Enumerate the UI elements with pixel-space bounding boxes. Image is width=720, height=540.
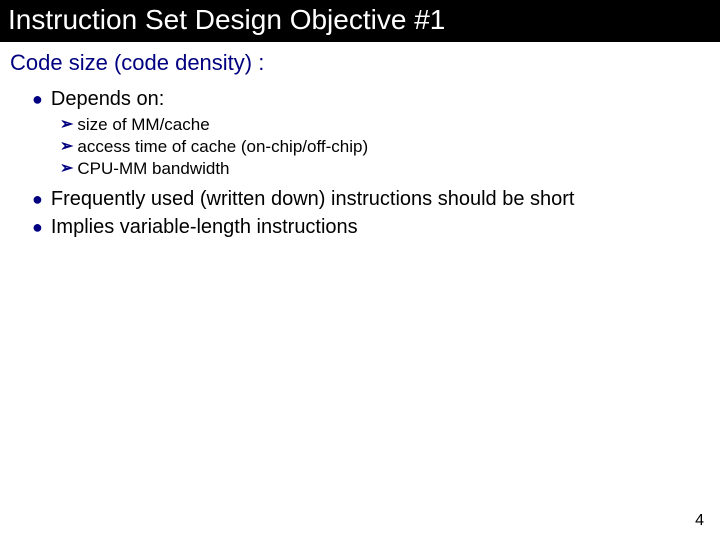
sub-bullet-text: CPU-MM bandwidth <box>77 158 229 180</box>
slide-title: Instruction Set Design Objective #1 <box>0 0 720 42</box>
sub-bullet-list: ➢ size of MM/cache ➢ access time of cach… <box>60 114 720 180</box>
bullet-marker: ● <box>32 186 43 212</box>
bullet-text: Frequently used (written down) instructi… <box>51 186 575 212</box>
bullet-item: ● Implies variable-length instructions <box>32 214 720 240</box>
page-number: 4 <box>695 512 704 530</box>
bullet-text: Implies variable-length instructions <box>51 214 358 240</box>
sub-bullet-text: access time of cache (on-chip/off-chip) <box>77 136 368 158</box>
section-heading: Code size (code density) : <box>10 50 720 76</box>
chevron-icon: ➢ <box>60 136 73 158</box>
sub-bullet-item: ➢ size of MM/cache <box>60 114 720 136</box>
bullet-item: ● Frequently used (written down) instruc… <box>32 186 720 212</box>
bullet-item: ● Depends on: <box>32 86 720 112</box>
bullet-marker: ● <box>32 214 43 240</box>
chevron-icon: ➢ <box>60 114 73 136</box>
sub-bullet-item: ➢ access time of cache (on-chip/off-chip… <box>60 136 720 158</box>
bullet-marker: ● <box>32 86 43 112</box>
bullet-text: Depends on: <box>51 86 164 112</box>
sub-bullet-text: size of MM/cache <box>77 114 209 136</box>
sub-bullet-item: ➢ CPU-MM bandwidth <box>60 158 720 180</box>
slide-content: Code size (code density) : ● Depends on:… <box>0 42 720 240</box>
chevron-icon: ➢ <box>60 158 73 180</box>
